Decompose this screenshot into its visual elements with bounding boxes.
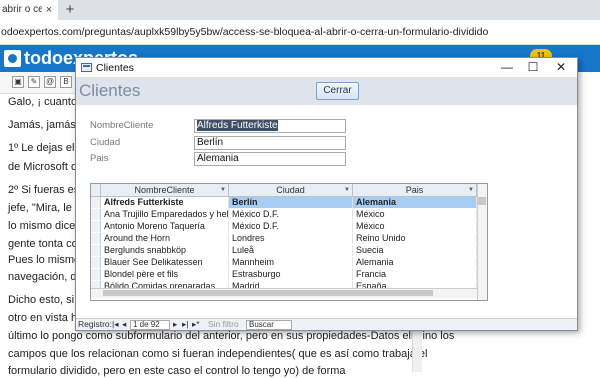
table-cell[interactable]: Luleå <box>229 245 353 256</box>
select-all-button[interactable] <box>91 184 101 197</box>
table-cell[interactable]: Berglunds snabbköp <box>101 245 229 256</box>
record-selector[interactable] <box>91 257 101 268</box>
record-selector[interactable] <box>91 245 101 256</box>
table-cell[interactable]: Ana Trujillo Emparedados y helad <box>101 209 229 220</box>
table-cell[interactable]: México <box>353 221 477 232</box>
search-input[interactable]: Buscar <box>246 320 292 330</box>
table-cell[interactable]: México D.F. <box>229 209 353 220</box>
table-cell[interactable]: Londres <box>229 233 353 244</box>
form-title: Clientes <box>79 81 141 100</box>
ciudad-field[interactable]: Berlín <box>194 136 346 150</box>
datasheet: NombreCliente ▼ Ciudad ▼ Pais ▼ Alfreds Fut… <box>90 183 488 301</box>
chevron-down-icon[interactable]: ▼ <box>344 184 350 196</box>
pais-label: Pais <box>90 153 109 164</box>
image-icon[interactable]: ▣ <box>12 76 24 88</box>
table-row[interactable]: Blauer See Delikatessen Mannheim Alemani… <box>91 257 477 268</box>
table-cell[interactable]: Around the Horn <box>101 233 229 244</box>
logo-icon <box>4 50 21 67</box>
scrollbar-thumb[interactable] <box>478 197 486 205</box>
column-header-ciudad[interactable]: Ciudad ▼ <box>229 184 353 197</box>
table-row[interactable]: Alfreds Futterkiste Berlín Alemania <box>91 197 477 208</box>
table-row[interactable]: Ana Trujillo Emparedados y helad México … <box>91 209 477 220</box>
article-line: campos que los relacionan como si fueran… <box>8 348 428 360</box>
table-cell[interactable]: Blauer See Delikatessen <box>101 257 229 268</box>
registro-label: Registro: <box>78 319 113 329</box>
close-icon[interactable]: ✕ <box>548 58 574 78</box>
table-cell[interactable]: Blondel père et fils <box>101 269 229 280</box>
new-record-icon[interactable]: ▸* <box>192 319 200 330</box>
column-header-nombrecliente[interactable]: NombreCliente ▼ <box>101 184 229 197</box>
table-row[interactable]: Around the Horn Londres Reino Unido <box>91 233 477 244</box>
table-row[interactable]: Blondel père et fils Estrasburgo Francia <box>91 269 477 280</box>
table-cell[interactable]: Francia <box>353 269 477 280</box>
record-selector[interactable] <box>91 233 101 244</box>
article-line: 2º Si fueras ese <box>8 184 86 196</box>
pais-field[interactable]: Alemania <box>194 152 346 166</box>
chevron-down-icon[interactable]: ▼ <box>220 184 226 196</box>
next-record-icon[interactable]: ▸ <box>173 319 177 330</box>
article-line: de Microsoft qu <box>8 161 84 173</box>
record-selector[interactable] <box>91 269 101 280</box>
nombrecliente-field[interactable]: Alfreds Futterkiste <box>194 119 346 133</box>
clientes-window: Clientes — ☐ ✕ Clientes Cerrar NombreCli… <box>75 57 578 331</box>
scrollbar-thumb[interactable] <box>103 290 433 296</box>
window-title: Clientes <box>96 62 134 74</box>
article-line: lo mismo dice ". <box>8 220 86 232</box>
table-cell[interactable]: Reino Unido <box>353 233 477 244</box>
table-cell[interactable]: Suecia <box>353 245 477 256</box>
table-cell[interactable]: Estrasburgo <box>229 269 353 280</box>
record-selector[interactable] <box>91 221 101 232</box>
bold-button[interactable]: B <box>60 76 72 88</box>
table-row[interactable]: Berglunds snabbköp Luleå Suecia <box>91 245 477 256</box>
tab-close-icon[interactable]: × <box>42 0 56 20</box>
article-line: último lo pongo como subformulario del a… <box>8 330 455 342</box>
table-cell[interactable]: Alemania <box>353 197 477 208</box>
record-selector[interactable] <box>91 209 101 220</box>
cerrar-button[interactable]: Cerrar <box>316 82 359 100</box>
record-number-input[interactable]: 1 de 92 <box>130 320 170 330</box>
table-cell[interactable]: Alemania <box>353 257 477 268</box>
browser-tab-bar <box>0 0 600 20</box>
first-record-icon[interactable]: |◂ <box>112 319 118 330</box>
table-cell[interactable]: Antonio Moreno Taquería <box>101 221 229 232</box>
filter-status[interactable]: Sin filtro <box>208 319 239 330</box>
maximize-icon[interactable]: ☐ <box>520 58 546 78</box>
table-cell[interactable]: Alfreds Futterkiste <box>101 197 229 208</box>
edit-icon[interactable]: ✎ <box>28 76 40 88</box>
nombrecliente-label: NombreCliente <box>90 120 154 131</box>
column-header-pais[interactable]: Pais ▼ <box>353 184 477 197</box>
ciudad-label: Ciudad <box>90 137 121 148</box>
new-tab-button[interactable]: + <box>62 0 78 20</box>
record-navigation-bar: Registro: |◂ ◂ 1 de 92 ▸ ▸| ▸* Sin filtr… <box>76 318 577 330</box>
table-cell[interactable]: Mannheim <box>229 257 353 268</box>
table-cell[interactable]: México <box>353 209 477 220</box>
address-bar[interactable]: odoexpertos.com/preguntas/auplxk59lby5y5… <box>0 20 600 45</box>
nombrecliente-value: Alfreds Futterkiste <box>197 120 278 131</box>
table-cell[interactable]: México D.F. <box>229 221 353 232</box>
chevron-down-icon[interactable]: ▼ <box>468 184 474 196</box>
table-cell[interactable]: Berlín <box>229 197 353 208</box>
form-icon <box>81 63 92 72</box>
article-line: formulario dividido, pero en este caso e… <box>8 365 346 377</box>
link-icon[interactable]: @ <box>44 76 56 88</box>
table-row[interactable]: Antonio Moreno Taquería México D.F. Méxi… <box>91 221 477 232</box>
article-line: otro en vista ho <box>8 312 84 324</box>
previous-record-icon[interactable]: ◂ <box>122 319 126 330</box>
record-selector[interactable] <box>91 197 101 208</box>
minimize-icon[interactable]: — <box>494 58 520 78</box>
last-record-icon[interactable]: ▸| <box>182 319 188 330</box>
